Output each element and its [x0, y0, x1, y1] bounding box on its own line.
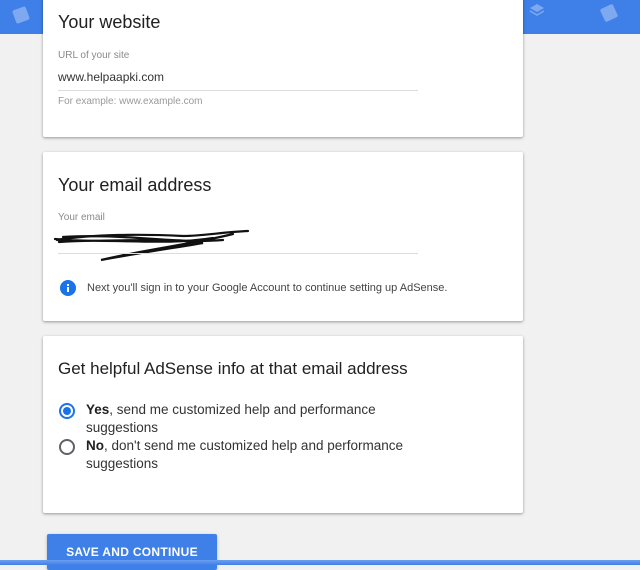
url-field-hint: For example: www.example.com — [58, 96, 203, 107]
radio-no-label: No, don't send me customized help and pe… — [86, 437, 446, 473]
info-icon — [60, 280, 76, 296]
email-field-label: Your email — [58, 212, 105, 223]
radio-yes-label: Yes, send me customized help and perform… — [86, 401, 446, 437]
email-field-underline — [58, 253, 418, 254]
radio-no-rest: , don't send me customized help and perf… — [86, 438, 403, 471]
email-input[interactable] — [53, 224, 423, 264]
url-field-label: URL of your site — [58, 50, 130, 61]
radio-no[interactable] — [59, 439, 75, 455]
adsense-info-card: Get helpful AdSense info at that email a… — [43, 336, 523, 513]
info-message: Next you'll sign in to your Google Accou… — [60, 280, 447, 296]
website-card: Your website URL of your site www.helpaa… — [43, 0, 523, 137]
email-card-title: Your email address — [58, 175, 212, 195]
adsense-logo-icon — [9, 3, 32, 26]
info-text: Next you'll sign in to your Google Accou… — [87, 282, 448, 294]
bottom-banner — [0, 560, 640, 565]
radio-option-no[interactable]: No, don't send me customized help and pe… — [59, 437, 446, 473]
radio-option-yes[interactable]: Yes, send me customized help and perform… — [59, 401, 446, 437]
url-field-underline — [58, 90, 418, 91]
adsense-info-card-title: Get helpful AdSense info at that email a… — [58, 359, 408, 378]
radio-yes-strong: Yes — [86, 402, 110, 417]
email-redaction-scribble — [53, 229, 250, 262]
layers-icon — [528, 2, 546, 20]
website-card-title: Your website — [58, 12, 161, 32]
email-card: Your email address Your email Next you'l… — [43, 152, 523, 321]
radio-yes[interactable] — [59, 403, 75, 419]
radio-no-strong: No — [86, 438, 104, 453]
url-input[interactable]: www.helpaapki.com — [58, 70, 164, 84]
adsense-logo-icon — [597, 1, 621, 25]
radio-yes-rest: , send me customized help and performanc… — [86, 402, 376, 435]
